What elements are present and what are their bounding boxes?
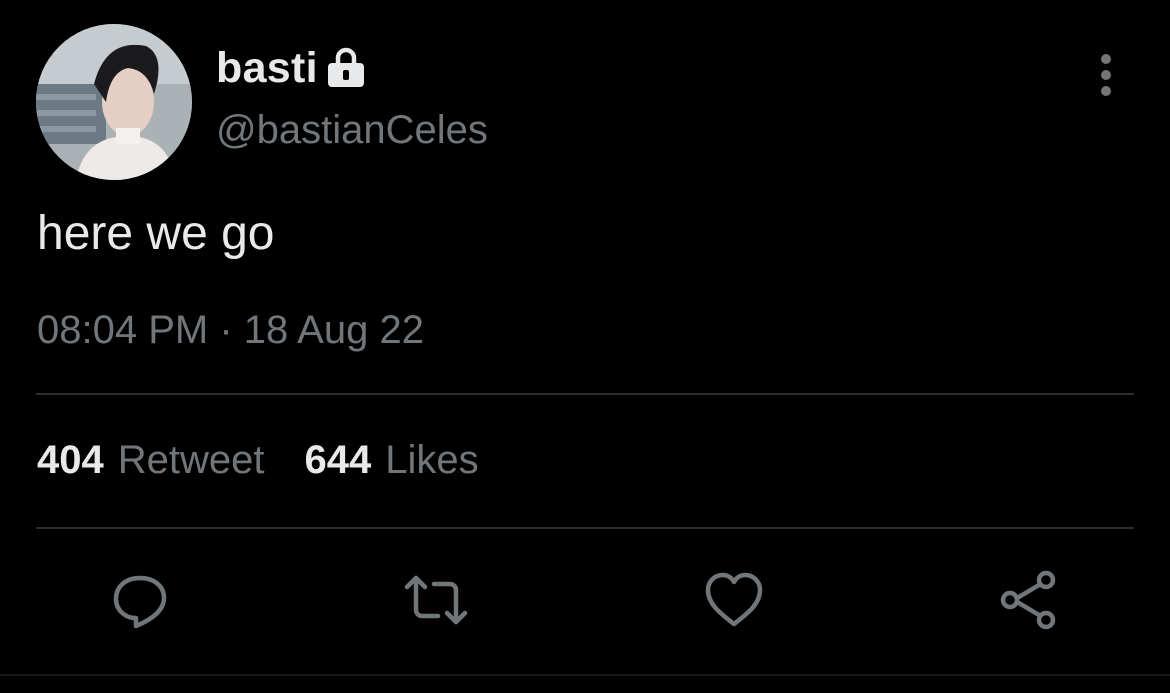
likes-stat[interactable]: 644 Likes (305, 438, 479, 483)
divider (36, 527, 1134, 529)
reply-icon (113, 575, 167, 629)
tweet-text: here we go (37, 207, 275, 260)
divider (36, 393, 1134, 395)
tweet-stats: 404 Retweet 644 Likes (37, 438, 479, 483)
tweet-container: basti @bastianCeles here we go 08:04 PM … (0, 0, 1170, 693)
more-vertical-icon[interactable] (1086, 50, 1126, 100)
retweets-count: 404 (37, 438, 104, 482)
likes-count: 644 (304, 438, 372, 482)
avatar[interactable] (36, 24, 192, 180)
share-button[interactable] (998, 568, 1062, 632)
like-button[interactable] (702, 568, 766, 632)
handle[interactable]: @bastianCeles (216, 108, 488, 153)
avatar-photo (36, 24, 192, 180)
timestamp[interactable]: 08:04 PM · 18 Aug 22 (37, 308, 424, 353)
heart-icon (705, 572, 763, 627)
retweet-button[interactable] (404, 568, 468, 632)
share-icon (1000, 570, 1056, 630)
display-name-row: basti (216, 40, 368, 96)
bottom-divider (0, 674, 1170, 676)
retweets-label: Retweet (117, 438, 265, 482)
retweets-stat[interactable]: 404 Retweet (37, 438, 265, 483)
likes-label: Likes (385, 438, 479, 482)
lock-icon (327, 47, 364, 87)
retweet-icon (404, 575, 468, 625)
reply-button[interactable] (108, 568, 172, 632)
display-name[interactable]: basti (216, 44, 318, 93)
